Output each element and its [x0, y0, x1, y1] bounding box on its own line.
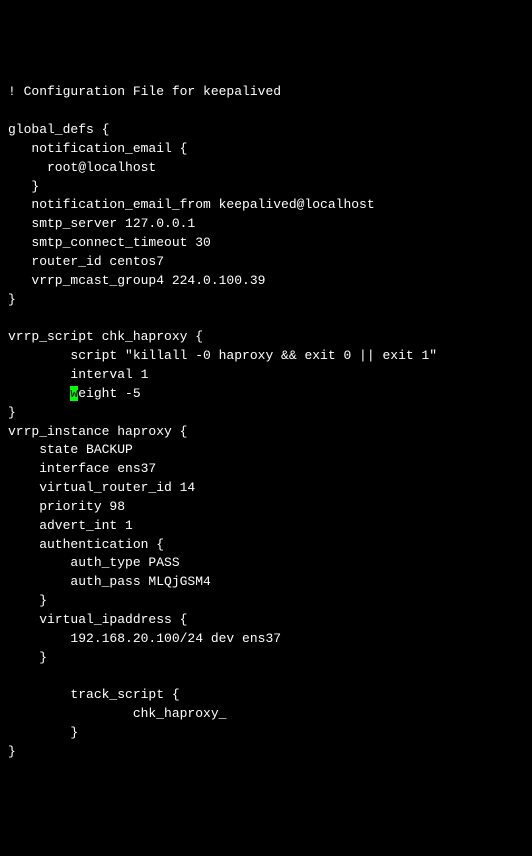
global-defs-open: global_defs { — [8, 122, 109, 137]
interval-line: interval 1 — [8, 367, 148, 382]
notification-email-from: notification_email_from keepalived@local… — [8, 197, 375, 212]
config-comment: ! Configuration File for keepalived — [8, 84, 281, 99]
smtp-server: smtp_server 127.0.0.1 — [8, 216, 195, 231]
vrrp-instance-open: vrrp_instance haproxy { — [8, 424, 187, 439]
weight-rest: eight -5 — [78, 386, 140, 401]
script-line: script "killall -0 haproxy && exit 0 || … — [8, 348, 437, 363]
global-defs-close: } — [8, 292, 16, 307]
smtp-connect-timeout: smtp_connect_timeout 30 — [8, 235, 211, 250]
vrrp-mcast-group4: vrrp_mcast_group4 224.0.100.39 — [8, 273, 265, 288]
virtual-ipaddress-close: } — [8, 650, 47, 665]
router-id: router_id centos7 — [8, 254, 164, 269]
auth-type: auth_type PASS — [8, 555, 180, 570]
vrrp-script-close: } — [8, 405, 16, 420]
weight-prefix — [8, 386, 70, 401]
track-script-open: track_script { — [8, 687, 180, 702]
interface-line: interface ens37 — [8, 461, 156, 476]
priority-line: priority 98 — [8, 499, 125, 514]
notification-email-value: root@localhost — [8, 160, 156, 175]
track-script-close: } — [8, 725, 78, 740]
notification-email-open: notification_email { — [8, 141, 187, 156]
virtual-ipaddress-open: virtual_ipaddress { — [8, 612, 187, 627]
vrrp-script-open: vrrp_script chk_haproxy { — [8, 329, 203, 344]
auth-pass: auth_pass MLQjGSM4 — [8, 574, 211, 589]
virtual-ipaddress-value: 192.168.20.100/24 dev ens37 — [8, 631, 281, 646]
state-line: state BACKUP — [8, 442, 133, 457]
terminal-output[interactable]: ! Configuration File for keepalived glob… — [8, 83, 524, 761]
authentication-close: } — [8, 593, 47, 608]
advert-int: advert_int 1 — [8, 518, 133, 533]
track-script-value: chk_haproxy_ — [8, 706, 226, 721]
vrrp-instance-close: } — [8, 744, 16, 759]
notification-email-close: } — [8, 179, 39, 194]
authentication-open: authentication { — [8, 537, 164, 552]
virtual-router-id: virtual_router_id 14 — [8, 480, 195, 495]
